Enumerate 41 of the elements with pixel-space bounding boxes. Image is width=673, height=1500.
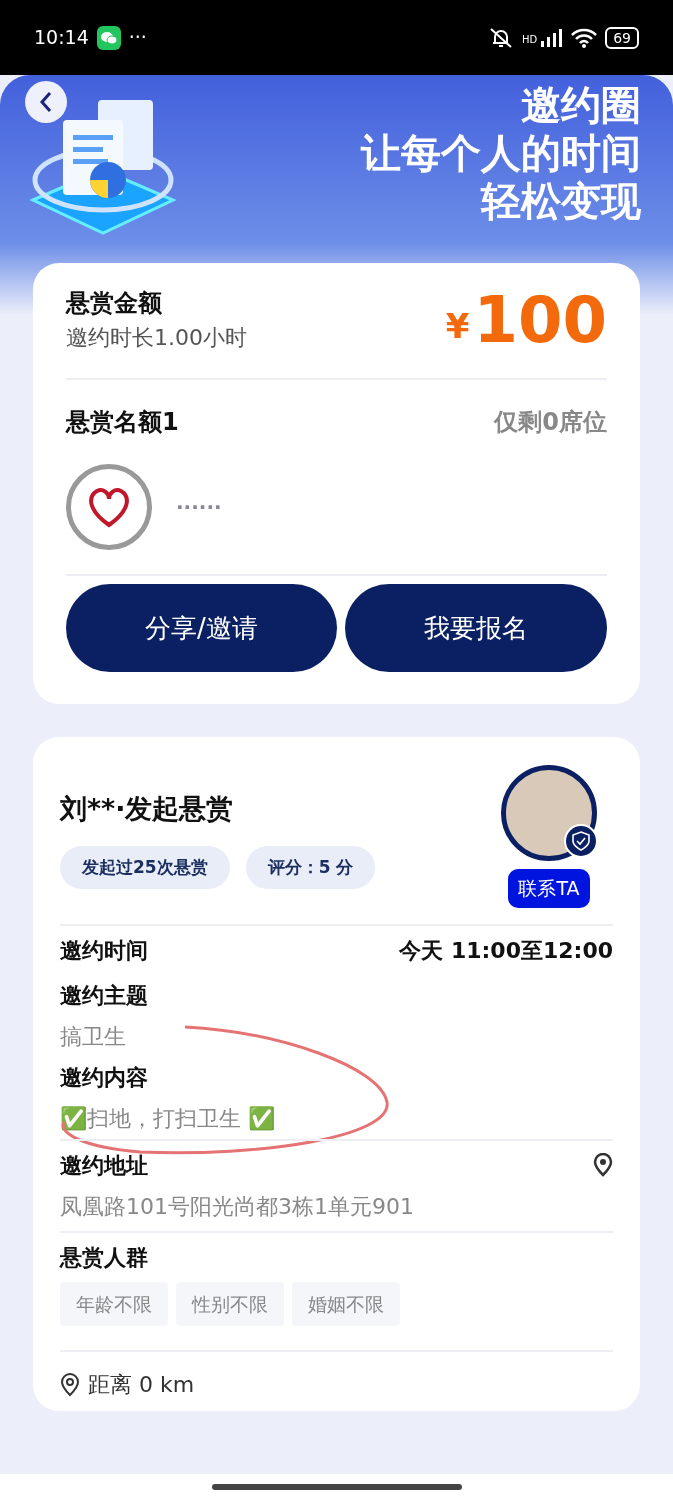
audience-tag: 婚姻不限: [292, 1281, 400, 1326]
detail-label: 邀约内容: [60, 1063, 149, 1092]
status-time: 10:14: [34, 25, 89, 51]
location-pin-icon: [60, 1372, 80, 1397]
contact-button[interactable]: 联系TA: [508, 869, 590, 908]
detail-label: 邀约地址: [60, 1151, 148, 1180]
banner-title: 邀约圈: [521, 81, 641, 129]
location-pin-icon[interactable]: [593, 1153, 613, 1177]
battery-indicator: 69: [605, 26, 639, 49]
detail-label: 邀约时间: [60, 936, 148, 965]
detail-label: 邀约主题: [60, 981, 149, 1010]
back-button[interactable]: [25, 81, 67, 123]
chat-app-icon: [96, 25, 121, 50]
detail-value: 今天 11:00至12:00: [399, 936, 613, 965]
shield-check-icon: [572, 831, 590, 851]
status-more: ···: [128, 25, 147, 51]
detail-label: 悬赏人群: [60, 1243, 149, 1272]
seats-left-text: 仅剩0席位: [494, 407, 607, 438]
reward-amount-label: 悬赏金额: [66, 288, 163, 319]
distance-text: 距离 0 km: [88, 1371, 195, 1399]
publisher-title: 刘**·发起悬赏: [60, 792, 235, 826]
signal-icon: [541, 28, 564, 47]
publisher-tag: 发起过25次悬赏: [60, 845, 230, 889]
detail-value: 凤凰路101号阳光尚都3栋1单元901: [60, 1192, 415, 1221]
publisher-tag: 评分：5 分: [245, 845, 376, 889]
currency-symbol: ¥: [445, 304, 470, 348]
banner-slogan: 轻松变现: [481, 177, 641, 225]
banner-slogan: 让每个人的时间: [361, 129, 641, 177]
back-icon: [39, 91, 53, 113]
audience-tag: 年龄不限: [60, 1281, 168, 1326]
detail-value: 搞卫生: [60, 1022, 127, 1051]
network-label: HD: [521, 32, 538, 47]
quota-label: 悬赏名额1: [66, 407, 179, 438]
audience-tag: 性别不限: [176, 1281, 284, 1326]
reward-amount: 100: [473, 287, 607, 352]
duration-text: 邀约时长1.00小时: [66, 324, 247, 352]
action-button[interactable]: 分享/邀请: [66, 584, 337, 672]
wifi-icon: [571, 27, 598, 48]
detail-value: ✅扫地，打扫卫生 ✅: [60, 1104, 276, 1133]
action-button[interactable]: 我要报名: [344, 584, 607, 672]
participant-name: ······: [176, 494, 222, 521]
